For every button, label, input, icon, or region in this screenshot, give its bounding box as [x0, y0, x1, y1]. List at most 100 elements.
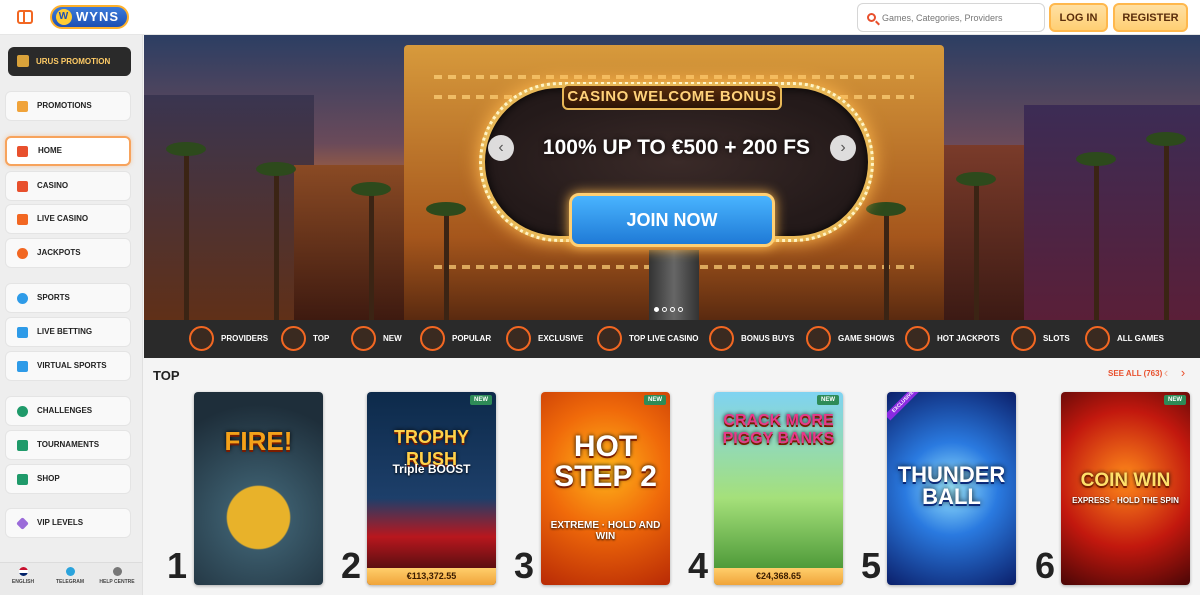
ball-icon [17, 293, 28, 304]
game-title: HOT STEP 2 [554, 430, 657, 493]
virtual-icon [17, 361, 28, 372]
sidebar-item-label: TOURNAMENTS [37, 440, 100, 449]
sidebar-item-sports[interactable]: SPORTS [5, 283, 131, 313]
sidebar-item-casino[interactable]: CASINO [5, 171, 131, 201]
game-card[interactable]: CRACK MORE PIGGY BANKS NEW €24,368.65 [714, 392, 843, 585]
palm-tree [866, 202, 906, 320]
sidebar-item-jackpots[interactable]: JACKPOTS [5, 238, 131, 268]
help-icon [112, 567, 122, 576]
game-title: THUNDER BALL [897, 462, 1006, 509]
category-label: NEW [383, 334, 402, 343]
sidebar-item-label: LIVE CASINO [37, 214, 89, 223]
slide-dot[interactable] [662, 307, 667, 312]
login-button[interactable]: LOG IN [1049, 3, 1108, 32]
live-icon [17, 327, 28, 338]
category-label: PROVIDERS [221, 334, 269, 343]
sidebar-item-tournaments[interactable]: TOURNAMENTS [5, 430, 131, 460]
language-selector[interactable]: ENGLISH [0, 567, 46, 585]
telegram-icon [65, 567, 75, 576]
sidebar-item-label: PROMOTIONS [37, 101, 92, 110]
promo-banner[interactable]: URUS PROMOTION [8, 47, 131, 76]
sidebar-item-home[interactable]: HOME [5, 136, 131, 166]
game-card[interactable]: FIRE! [194, 392, 323, 585]
category-new[interactable]: NEW [351, 326, 402, 352]
hero-building [144, 95, 314, 320]
category-label: SLOTS [1043, 334, 1070, 343]
telegram-label: TELEGRAM [55, 579, 85, 585]
medal-icon [17, 406, 28, 417]
game-card[interactable]: THUNDER BALL EXCLUSIVE [887, 392, 1016, 585]
search-box[interactable] [857, 3, 1045, 32]
uk-flag-icon [18, 567, 28, 576]
sidebar: URUS PROMOTION PROMOTIONS HOME CASINO LI… [0, 35, 143, 595]
site-logo[interactable]: W WYNS [50, 5, 129, 29]
new-badge: NEW [1164, 395, 1186, 405]
sidebar-item-shop[interactable]: SHOP [5, 464, 131, 494]
slide-prev-icon[interactable]: ‹ [488, 135, 514, 161]
slide-dot[interactable] [670, 307, 675, 312]
sidebar-footer: ENGLISH TELEGRAM HELP CENTRE [0, 562, 142, 595]
new-badge: NEW [470, 395, 492, 405]
category-label: EXCLUSIVE [538, 334, 584, 343]
crown-icon [281, 326, 306, 351]
logo-text: WYNS [76, 9, 119, 24]
shop-icon [17, 474, 28, 485]
sidebar-item-challenges[interactable]: CHALLENGES [5, 396, 131, 426]
sidebar-item-vip-levels[interactable]: VIP LEVELS [5, 508, 131, 538]
category-top-live-casino[interactable]: TOP LIVE CASINO [597, 326, 699, 352]
section-title: TOP [153, 368, 180, 383]
sidebar-item-virtual-sports[interactable]: VIRTUAL SPORTS [5, 351, 131, 381]
see-all-link[interactable]: SEE ALL (763) [1108, 369, 1162, 378]
sidebar-item-label: JACKPOTS [37, 248, 81, 257]
game-card[interactable]: TROPHY RUSH Triple BOOST NEW €113,372.55 [367, 392, 496, 585]
category-providers[interactable]: PROVIDERS [189, 326, 268, 352]
gift-icon [709, 326, 734, 351]
sidebar-item-label: SPORTS [37, 293, 70, 302]
carousel-next-icon[interactable]: › [1176, 366, 1190, 380]
slide-next-icon[interactable]: › [830, 135, 856, 161]
register-button[interactable]: REGISTER [1113, 3, 1188, 32]
category-bonus-buys[interactable]: BONUS BUYS [709, 326, 794, 352]
category-popular[interactable]: POPULAR [420, 326, 491, 352]
help-centre-link[interactable]: HELP CENTRE [94, 567, 140, 585]
clover-icon [17, 248, 28, 259]
palm-tree [166, 142, 206, 320]
sidebar-item-live-casino[interactable]: LIVE CASINO [5, 204, 131, 234]
category-all-games[interactable]: ALL GAMES [1085, 326, 1164, 352]
lightning-icon [351, 326, 376, 351]
category-label: POPULAR [452, 334, 492, 343]
category-bar: PROVIDERS TOP NEW POPULAR EXCLUSIVE TOP … [144, 320, 1200, 358]
category-slots[interactable]: SLOTS [1011, 326, 1070, 352]
category-label: TOP LIVE CASINO [629, 334, 699, 343]
category-top[interactable]: TOP [281, 326, 329, 352]
game-card[interactable]: COIN WIN EXPRESS · HOLD THE SPIN NEW [1061, 392, 1190, 585]
telegram-link[interactable]: TELEGRAM [47, 567, 93, 585]
slot-machine-icon [1011, 326, 1036, 351]
game-card[interactable]: HOT STEP 2 EXTREME · HOLD AND WIN NEW [541, 392, 670, 585]
game-title: COIN WIN [1080, 470, 1171, 491]
sidebar-item-label: HOME [38, 146, 62, 155]
rank-number: 2 [341, 545, 362, 586]
search-input[interactable] [882, 8, 1042, 28]
sidebar-toggle-icon[interactable] [17, 10, 33, 24]
help-label: HELP CENTRE [99, 579, 135, 585]
sidebar-item-promotions[interactable]: PROMOTIONS [5, 91, 131, 121]
palm-tree [256, 162, 296, 320]
category-hot-jackpots[interactable]: HOT JACKPOTS [905, 326, 1000, 352]
new-badge: NEW [817, 395, 839, 405]
carousel-prev-icon[interactable]: ‹ [1159, 366, 1173, 380]
diamond-icon [16, 517, 29, 530]
slide-dot[interactable] [678, 307, 683, 312]
slide-dot[interactable] [654, 307, 659, 312]
providers-icon [189, 326, 214, 351]
game-artwork [194, 392, 323, 585]
join-now-button[interactable]: JOIN NOW [569, 193, 775, 247]
category-exclusive[interactable]: EXCLUSIVE [506, 326, 583, 352]
category-game-shows[interactable]: GAME SHOWS [806, 326, 894, 352]
sidebar-item-label: CHALLENGES [37, 406, 93, 415]
cards-icon [17, 181, 28, 192]
rank-number: 6 [1035, 545, 1056, 586]
sidebar-item-live-betting[interactable]: LIVE BETTING [5, 317, 131, 347]
rank-number: 5 [861, 545, 882, 586]
rank-number: 4 [688, 545, 709, 586]
